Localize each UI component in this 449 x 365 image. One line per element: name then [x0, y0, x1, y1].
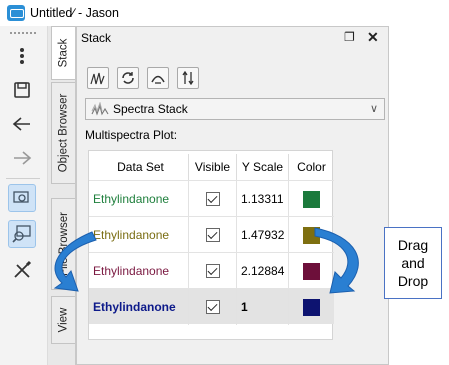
chevron-down-icon: ∨: [369, 103, 378, 115]
color-swatch[interactable]: [289, 181, 334, 217]
column-header-visible[interactable]: Visible: [189, 154, 237, 180]
tab-stack-label: Stack: [57, 38, 70, 68]
visible-checkbox[interactable]: [189, 217, 237, 253]
drag-and-drop-callout: Drag and Drop: [384, 227, 442, 299]
table-row-selected[interactable]: Ethylindanone 1: [89, 288, 334, 325]
float-panel-icon[interactable]: ❐: [344, 30, 355, 44]
zoom-icon[interactable]: [8, 184, 36, 212]
close-panel-icon[interactable]: ✕: [367, 29, 379, 46]
stack-panel: Stack ❐ ✕ Spectra Stack ∨ Multispectra P…: [76, 26, 389, 365]
tools-icon[interactable]: [8, 256, 36, 284]
toolbar-grip[interactable]: [10, 32, 36, 34]
dataset-name: Ethylindanone: [93, 217, 189, 253]
zoom-region-icon[interactable]: [8, 220, 36, 248]
offset-icon[interactable]: [177, 67, 199, 89]
yscale-value[interactable]: 1.47932: [237, 217, 289, 253]
tab-object-browser-label: Object Browser: [57, 93, 70, 173]
scale-icon[interactable]: [147, 67, 169, 89]
table-row[interactable]: Ethylindanone 1.13311: [89, 180, 334, 217]
left-toolbar: [0, 26, 48, 365]
stack-mode-value: Spectra Stack: [113, 102, 188, 116]
yscale-value[interactable]: 1: [237, 289, 289, 325]
refresh-icon[interactable]: [117, 67, 139, 89]
tab-file-browser-label: File Browser: [57, 212, 70, 276]
save-icon[interactable]: [8, 76, 36, 104]
visible-checkbox[interactable]: [189, 289, 237, 325]
tab-file-browser[interactable]: File Browser: [51, 198, 75, 290]
callout-line-2: and: [401, 255, 425, 271]
table-row[interactable]: Ethylindanone 2.12884: [89, 252, 334, 289]
dataset-table: Data Set Visible Y Scale Color Ethylinda…: [88, 150, 334, 340]
color-swatch[interactable]: [289, 289, 334, 325]
redo-icon[interactable]: [8, 144, 36, 172]
tab-object-browser[interactable]: Object Browser: [51, 82, 75, 184]
table-row[interactable]: Ethylindanone 1.47932: [89, 216, 334, 253]
app-icon: [7, 5, 25, 21]
spectra-stack-icon: [91, 102, 109, 116]
callout-line-3: Drop: [397, 273, 429, 289]
tab-view[interactable]: View: [51, 296, 75, 344]
callout-line-1: Drag: [397, 237, 429, 253]
column-header-dataset[interactable]: Data Set: [93, 154, 189, 180]
more-options-icon[interactable]: [8, 42, 36, 70]
stack-mode-select[interactable]: Spectra Stack ∨: [85, 98, 385, 120]
dataset-name: Ethylindanone: [93, 289, 189, 325]
panel-header: Stack ❐ ✕: [77, 27, 388, 49]
visible-checkbox[interactable]: [189, 181, 237, 217]
multispectra-plot-label: Multispectra Plot:: [85, 128, 178, 142]
window-title: Untitled∕ - Jason: [30, 6, 119, 20]
tab-stack[interactable]: Stack: [51, 26, 75, 80]
tab-view-label: View: [57, 307, 70, 333]
yscale-value[interactable]: 2.12884: [237, 253, 289, 289]
yscale-value[interactable]: 1.13311: [237, 181, 289, 217]
column-header-yscale[interactable]: Y Scale: [237, 154, 289, 180]
toolbar-separator: [6, 178, 40, 179]
color-swatch[interactable]: [289, 217, 334, 253]
dataset-name: Ethylindanone: [93, 181, 189, 217]
vertical-tab-bar: Stack Object Browser File Browser View: [48, 26, 76, 365]
undo-icon[interactable]: [8, 110, 36, 138]
color-swatch[interactable]: [289, 253, 334, 289]
stack-spectra-icon[interactable]: [87, 67, 109, 89]
title-bar: Untitled∕ - Jason: [0, 0, 449, 26]
visible-checkbox[interactable]: [189, 253, 237, 289]
panel-title: Stack: [81, 31, 112, 45]
dataset-name: Ethylindanone: [93, 253, 189, 289]
column-header-color[interactable]: Color: [289, 154, 334, 180]
